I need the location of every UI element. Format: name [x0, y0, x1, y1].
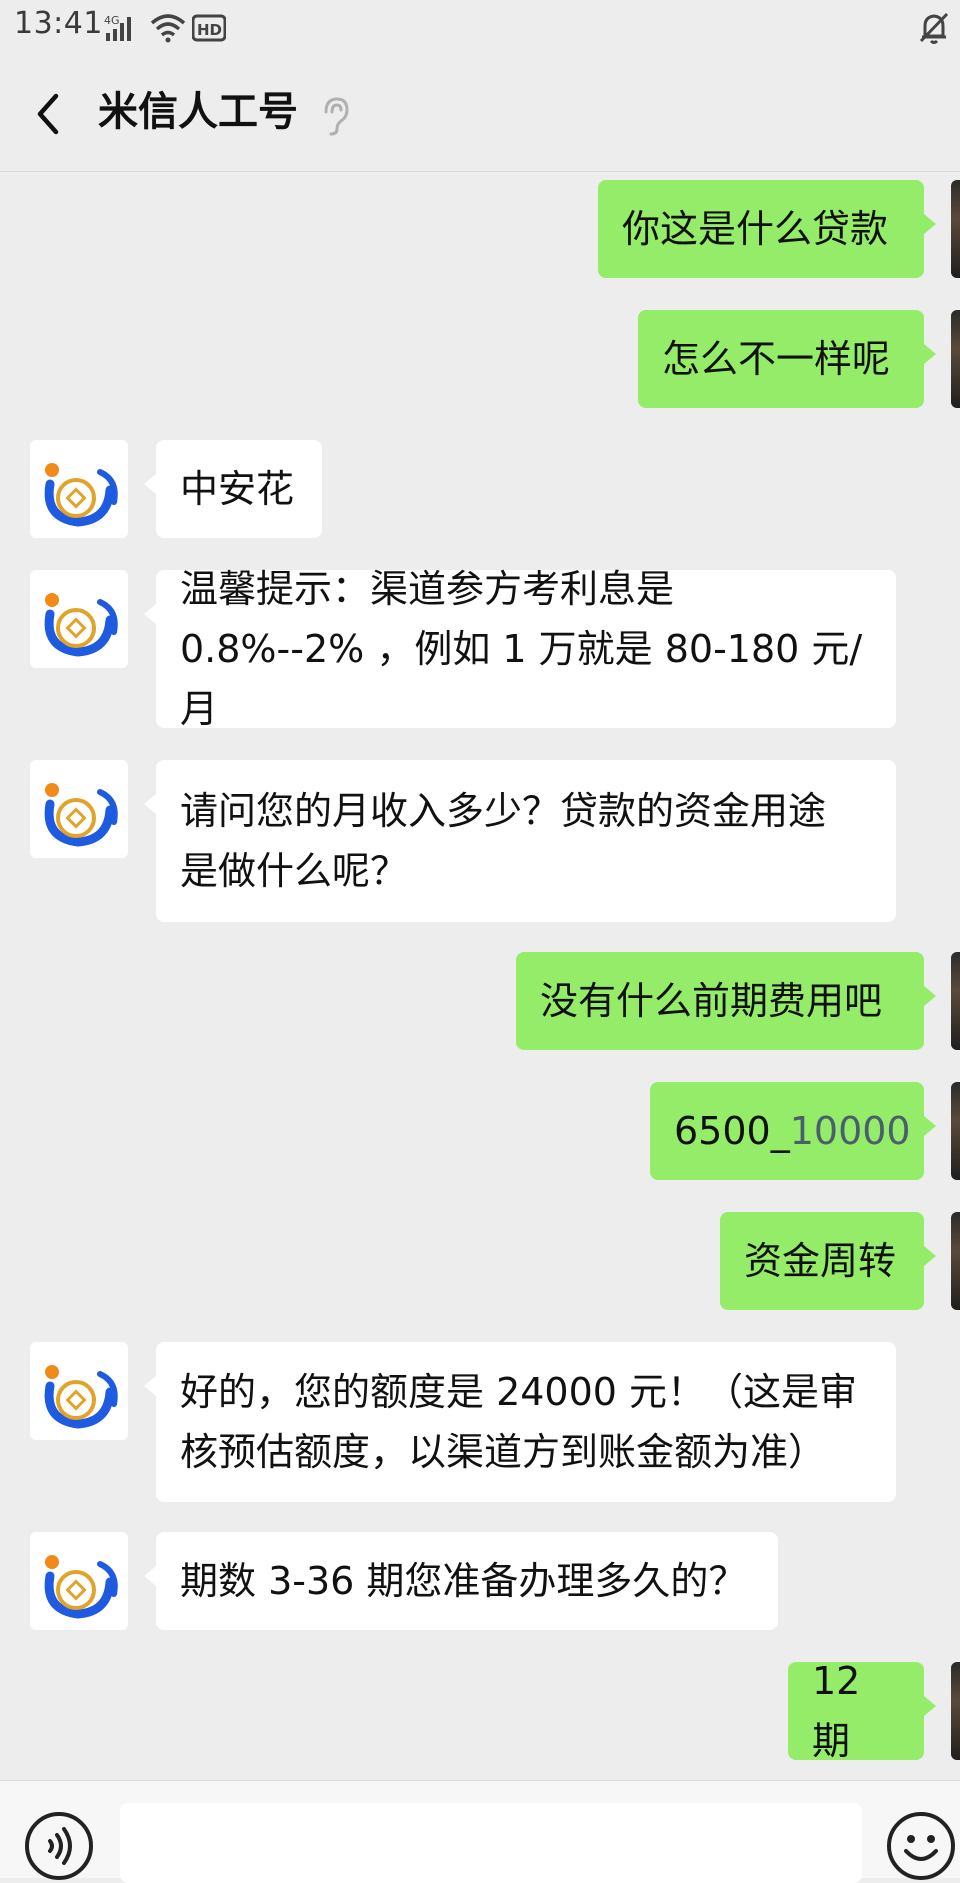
message-text: 资金周转 — [744, 1239, 897, 1283]
wifi-icon — [150, 14, 186, 43]
message-bubble[interactable]: 怎么不一样呢 — [638, 310, 936, 408]
message-bubble[interactable]: 12 期 — [788, 1659, 936, 1763]
message-text: 6500_10000 — [674, 1101, 911, 1161]
emoji-icon[interactable] — [886, 1811, 956, 1881]
voice-input-icon[interactable] — [24, 1811, 94, 1881]
user-avatar[interactable] — [951, 952, 960, 1050]
svg-text:HD: HD — [197, 21, 222, 39]
message-bubble[interactable]: 中安花 — [144, 440, 322, 538]
message-text: 好的，您的额度是 24000 元！（这是审 — [180, 1370, 858, 1414]
message-text: 请问您的月收入多少？贷款的资金用途 — [180, 789, 827, 833]
message-text: 怎么不一样呢 — [662, 337, 891, 381]
income-max-link[interactable]: 10000 — [790, 1109, 911, 1153]
chat-title: 米信人工号 — [98, 89, 298, 135]
input-bar — [0, 1780, 960, 1883]
bot-avatar-logo-icon[interactable] — [30, 1532, 128, 1630]
message-text: 核预估额度，以渠道方到账金额为准） — [180, 1430, 827, 1474]
bot-avatar-logo-icon[interactable] — [30, 440, 128, 538]
message-bubble[interactable]: 好的，您的额度是 24000 元！（这是审 核预估额度，以渠道方到账金额为准） — [144, 1342, 896, 1502]
message-text: 中安花 — [180, 467, 295, 511]
message-bubble[interactable]: 你这是什么贷款 — [598, 180, 936, 278]
user-avatar[interactable] — [951, 180, 960, 278]
user-avatar[interactable] — [951, 1082, 960, 1180]
user-avatar[interactable] — [951, 1212, 960, 1310]
message-bubble[interactable]: 请问您的月收入多少？贷款的资金用途 是做什么呢？ — [144, 760, 896, 922]
bot-avatar-logo-icon[interactable] — [30, 1342, 128, 1440]
message-bubble[interactable]: 没有什么前期费用吧 — [516, 952, 936, 1050]
bot-avatar-logo-icon[interactable] — [30, 760, 128, 858]
message-text: 没有什么前期费用吧 — [540, 979, 883, 1023]
income-min: 6500_ — [674, 1109, 790, 1153]
signal-icon: 4G — [104, 14, 131, 41]
message-bubble[interactable]: 温馨提示：渠道参方考利息是 0.8%--2% ，例如 1 万就是 80-180 … — [144, 567, 896, 731]
status-bar: 13:41 4G HD — [0, 0, 960, 56]
chat-header: 米信人工号 — [0, 56, 960, 172]
message-bubble[interactable]: 期数 3-36 期您准备办理多久的？ — [144, 1532, 778, 1630]
message-text: 是做什么呢？ — [180, 849, 409, 893]
message-bubble[interactable]: 6500_10000 — [650, 1082, 936, 1180]
message-input[interactable] — [120, 1803, 862, 1883]
status-time: 13:41 — [14, 6, 103, 41]
message-text: 你这是什么贷款 — [622, 207, 889, 251]
network-label: 4G — [104, 14, 120, 27]
hd-icon: HD — [192, 14, 226, 42]
bell-off-icon — [919, 12, 949, 44]
back-arrow-icon[interactable] — [26, 86, 76, 142]
message-text: 温馨提示：渠道参方考利息是 — [180, 567, 675, 611]
message-text: 12 期 — [812, 1659, 861, 1763]
ear-icon — [324, 97, 349, 136]
message-text: 期数 3-36 期您准备办理多久的？ — [180, 1559, 747, 1603]
bot-avatar-logo-icon[interactable] — [30, 570, 128, 668]
message-text: 0.8%--2% ，例如 1 万就是 80-180 元/月 — [180, 627, 863, 731]
user-avatar[interactable] — [951, 1662, 960, 1760]
status-icons: 4G HD — [104, 12, 226, 44]
message-bubble[interactable]: 资金周转 — [720, 1212, 936, 1310]
user-avatar[interactable] — [951, 310, 960, 408]
